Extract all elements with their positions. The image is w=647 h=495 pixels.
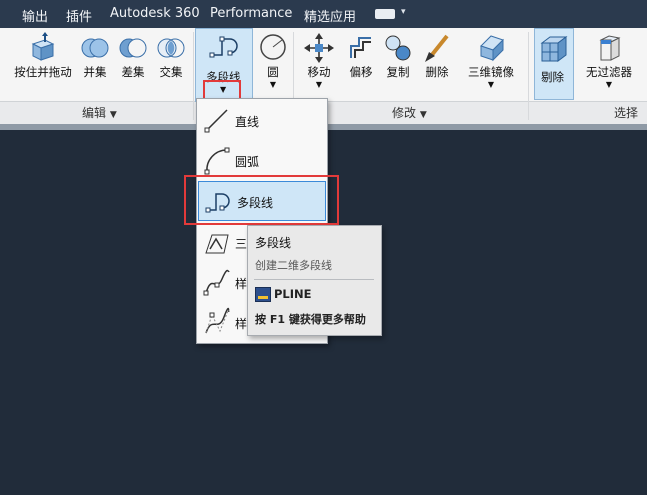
mirror3d-button[interactable]: 三维镜像 ▼ xyxy=(463,32,519,89)
offset-icon xyxy=(350,37,371,58)
copy-button[interactable]: 复制 xyxy=(381,32,415,80)
union-label: 并集 xyxy=(83,65,107,79)
callout-polyline-menu-item xyxy=(184,175,339,225)
offset-label: 偏移 xyxy=(349,65,373,79)
subtract-button[interactable]: 差集 xyxy=(116,32,150,80)
culling-label: 剔除 xyxy=(541,70,564,84)
menu-output[interactable]: 输出 xyxy=(22,6,48,25)
move-dropdown-arrow[interactable]: ▼ xyxy=(302,80,336,89)
circle-label: 圆 xyxy=(267,65,279,79)
erase-label: 删除 xyxy=(425,65,449,79)
panel-separator xyxy=(528,32,529,120)
union-button[interactable]: 并集 xyxy=(78,32,112,80)
intersect-icon xyxy=(157,38,185,58)
subtract-label: 差集 xyxy=(121,65,145,79)
union-icon xyxy=(81,38,109,58)
offset-button[interactable]: 偏移 xyxy=(344,32,378,80)
circle-button[interactable]: 圆 ▼ xyxy=(256,32,290,89)
mirror3d-dropdown-arrow[interactable]: ▼ xyxy=(463,80,519,89)
menu-plugins[interactable]: 插件 xyxy=(66,6,92,25)
video-camera-icon[interactable] xyxy=(375,9,395,19)
no-filter-dropdown-arrow[interactable]: ▼ xyxy=(580,80,638,89)
intersect-label: 交集 xyxy=(159,65,183,79)
spline-cv-icon xyxy=(205,307,230,334)
menu-item-line-label: 直线 xyxy=(235,115,260,129)
3d-polyline-icon xyxy=(205,234,229,254)
no-filter-label: 无过滤器 xyxy=(586,65,632,79)
menu-autodesk360[interactable]: Autodesk 360 xyxy=(110,6,200,21)
menu-item-spline-fit-label: 样 xyxy=(235,277,248,291)
menu-item-spline-cv-label: 样 xyxy=(235,317,248,331)
culling-button[interactable]: 剔除 xyxy=(534,28,574,100)
erase-button[interactable]: 删除 xyxy=(420,32,454,80)
no-filter-icon xyxy=(599,35,621,61)
line-icon xyxy=(204,109,228,133)
menu-item-3dpolyline-label: 三 xyxy=(235,237,248,251)
intersect-button[interactable]: 交集 xyxy=(154,32,188,80)
tooltip-command: PLINE xyxy=(274,287,312,301)
modify-panel-title[interactable]: 修改 ▼ xyxy=(392,104,427,121)
circle-icon xyxy=(260,34,286,60)
eraser-icon xyxy=(425,34,449,62)
edit-panel-title[interactable]: 编辑 ▼ xyxy=(82,104,117,121)
menu-featured-apps[interactable]: 精选应用 xyxy=(304,6,356,25)
copy-icon xyxy=(385,35,411,61)
menu-bar: 输出 插件 Autodesk 360 Performance 精选应用 ▾ xyxy=(0,0,647,28)
menu-item-arc-label: 圆弧 xyxy=(235,155,260,169)
presspull-button[interactable]: 按住并拖动 xyxy=(10,32,76,80)
arc-icon xyxy=(204,147,230,175)
circle-dropdown-arrow[interactable]: ▼ xyxy=(256,80,290,89)
polyline-tooltip: 多段线 创建二维多段线 PLINE 按 F1 键获得更多帮助 xyxy=(247,225,382,336)
move-label: 移动 xyxy=(307,65,331,79)
menu-item-line[interactable]: 直线 xyxy=(197,101,327,139)
command-icon xyxy=(255,287,271,302)
subtract-icon xyxy=(119,38,147,58)
tooltip-title: 多段线 xyxy=(255,236,292,250)
menubar-dropdown-caret[interactable]: ▾ xyxy=(401,7,406,17)
menu-item-arc[interactable]: 圆弧 xyxy=(197,141,327,179)
no-filter-button[interactable]: 无过滤器 ▼ xyxy=(580,32,638,89)
presspull-label: 按住并拖动 xyxy=(14,65,72,79)
menu-performance[interactable]: Performance xyxy=(210,6,292,21)
move-button[interactable]: 移动 ▼ xyxy=(302,32,336,89)
tooltip-help: 按 F1 键获得更多帮助 xyxy=(255,313,366,326)
move-icon xyxy=(304,33,334,63)
tooltip-description: 创建二维多段线 xyxy=(255,259,332,272)
tooltip-divider xyxy=(254,279,374,280)
mirror3d-label: 三维镜像 xyxy=(468,65,514,79)
selection-panel-title[interactable]: 选择 xyxy=(614,104,638,121)
panel-separator xyxy=(193,32,194,120)
spline-fit-icon xyxy=(203,269,230,296)
presspull-icon xyxy=(31,32,55,61)
polyline-icon xyxy=(209,36,238,58)
mirror3d-icon xyxy=(480,35,504,62)
copy-label: 复制 xyxy=(386,65,410,79)
culling-icon xyxy=(540,36,568,62)
